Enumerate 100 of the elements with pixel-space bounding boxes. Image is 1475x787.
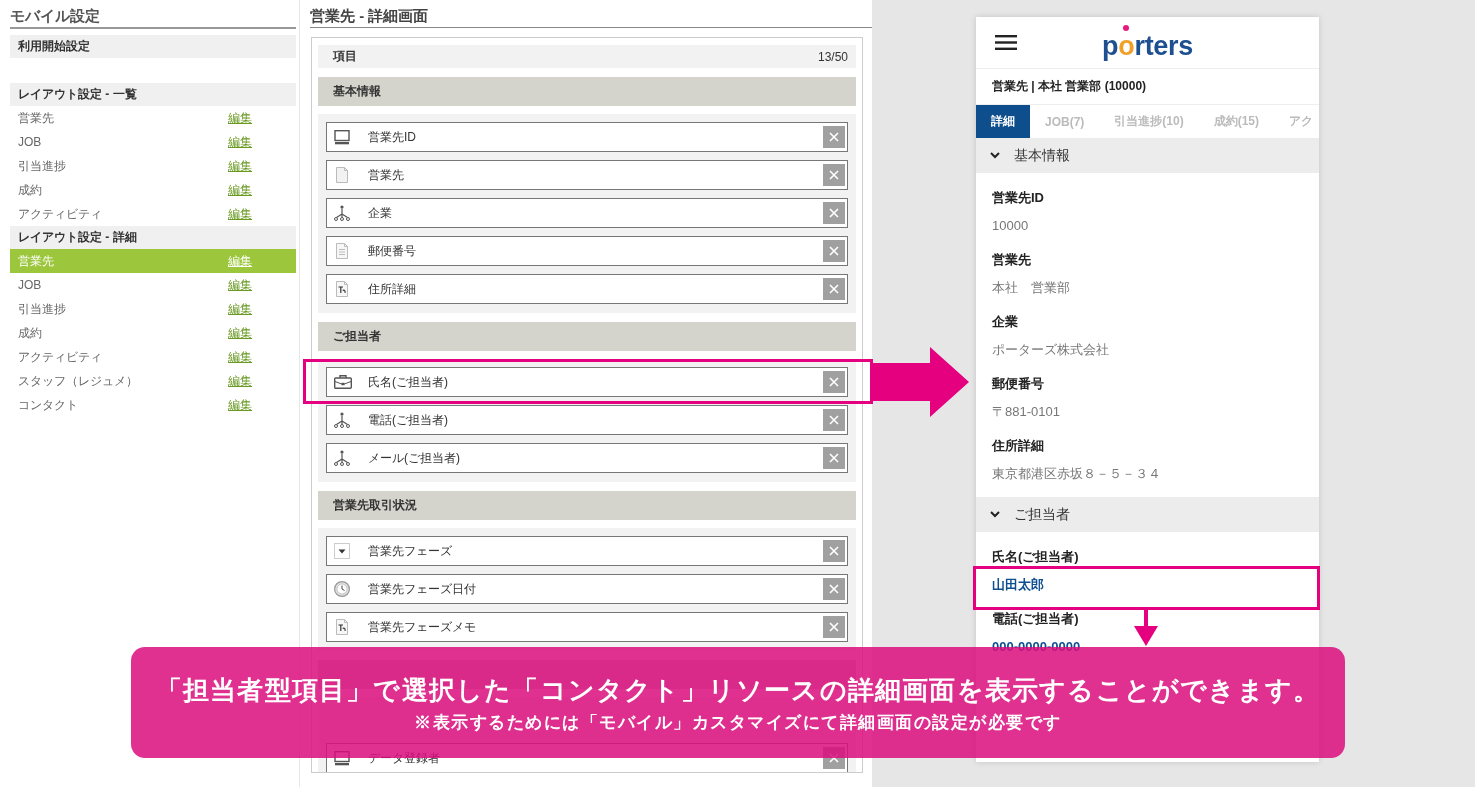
page-title: 営業先 - 詳細画面 xyxy=(310,5,872,28)
document-lines-icon xyxy=(334,243,350,259)
remove-button[interactable] xyxy=(823,447,845,469)
hierarchy-icon xyxy=(334,412,350,428)
edit-link[interactable]: 編集 xyxy=(228,109,252,127)
item-label: 成約 xyxy=(18,181,43,199)
field-label: 電話(ご担当者) xyxy=(368,411,448,429)
group-header: ご担当者 xyxy=(318,322,856,351)
item-label: アクティビティ xyxy=(18,348,103,366)
field-item[interactable]: 営業先フェーズ xyxy=(326,536,848,566)
hierarchy-icon xyxy=(334,205,350,221)
item-label: スタッフ（レジュメ） xyxy=(18,372,139,390)
field-label: 営業先フェーズメモ xyxy=(368,618,476,636)
field-item[interactable]: 電話(ご担当者) xyxy=(326,405,848,435)
field-label: 郵便番号 xyxy=(368,242,416,260)
section-header[interactable]: 基本情報 xyxy=(976,138,1319,173)
field-label: 住所詳細 xyxy=(992,437,1045,455)
sidebar-item[interactable]: 成約 編集 xyxy=(10,321,296,345)
item-label: 成約 xyxy=(18,324,43,342)
remove-button[interactable] xyxy=(823,540,845,562)
edit-link[interactable]: 編集 xyxy=(228,133,252,151)
field-item[interactable]: 営業先ID xyxy=(326,122,848,152)
field-label: 郵便番号 xyxy=(992,375,1045,393)
field-label: 営業先ID xyxy=(368,128,416,146)
field-item[interactable]: 企業 xyxy=(326,198,848,228)
close-icon xyxy=(829,377,839,387)
field-label: 電話(ご担当者) xyxy=(992,610,1080,628)
field-value: ポーターズ株式会社 xyxy=(992,341,1110,359)
field-item[interactable]: 営業先フェーズ日付 xyxy=(326,574,848,604)
text-document-icon xyxy=(334,619,350,635)
item-label: 引当進捗 xyxy=(18,300,67,318)
remove-button[interactable] xyxy=(823,164,845,186)
close-icon xyxy=(829,284,839,294)
field-item[interactable]: 氏名(ご担当者) xyxy=(326,367,848,397)
sidebar-item[interactable]: JOB 編集 xyxy=(10,273,296,297)
remove-button[interactable] xyxy=(823,616,845,638)
sidebar-section-header: 利用開始設定 xyxy=(10,35,296,58)
edit-link[interactable]: 編集 xyxy=(228,157,252,175)
remove-button[interactable] xyxy=(823,202,845,224)
item-label: JOB xyxy=(18,135,43,149)
field-value: 10000 xyxy=(992,217,1030,235)
edit-link[interactable]: 編集 xyxy=(228,396,252,414)
toast-headline: 「担当者型項目」で選択した「コンタクト」リソースの詳細画面を表示することができます。 xyxy=(155,677,1321,703)
briefcase-icon xyxy=(334,375,352,389)
sidebar-item[interactable]: JOB 編集 xyxy=(10,130,296,154)
remove-button[interactable] xyxy=(823,578,845,600)
item-label: JOB xyxy=(18,278,43,292)
field-label: 営業先フェーズ xyxy=(368,542,452,560)
sidebar-section-header: レイアウト設定 - 一覧 xyxy=(10,83,296,106)
group-header: 営業先取引状況 xyxy=(318,491,856,520)
sidebar-item[interactable]: 成約 編集 xyxy=(10,178,296,202)
remove-button[interactable] xyxy=(823,409,845,431)
menu-icon[interactable] xyxy=(995,35,1017,50)
field-label: 営業先 xyxy=(368,166,404,184)
sidebar-item[interactable]: コンタクト 編集 xyxy=(10,393,296,417)
item-label: アクティビティ xyxy=(18,205,103,223)
contact-link[interactable]: 山田太郎 xyxy=(992,576,1303,594)
sidebar-item[interactable]: 営業先 編集 xyxy=(10,106,296,130)
edit-link[interactable]: 編集 xyxy=(228,181,252,199)
remove-button[interactable] xyxy=(823,278,845,300)
sidebar-item[interactable]: 引当進捗 編集 xyxy=(10,154,296,178)
hierarchy-icon xyxy=(334,450,350,466)
sidebar-item[interactable]: アクティビティ 編集 xyxy=(10,345,296,369)
field-item[interactable]: 郵便番号 xyxy=(326,236,848,266)
sidebar-item[interactable]: アクティビティ 編集 xyxy=(10,202,296,226)
field-value: 東京都港区赤坂８－５－３４ xyxy=(992,465,1162,483)
edit-link[interactable]: 編集 xyxy=(228,205,252,223)
logo-text: porters xyxy=(1102,33,1193,60)
field-item[interactable]: 営業先 xyxy=(326,160,848,190)
item-label: コンタクト xyxy=(18,396,79,414)
field-item[interactable]: メール(ご担当者) xyxy=(326,443,848,473)
section-header[interactable]: ご担当者 xyxy=(976,497,1319,532)
remove-button[interactable] xyxy=(823,371,845,393)
field-label: 営業先ID xyxy=(992,189,1045,207)
edit-link[interactable]: 編集 xyxy=(228,300,252,318)
section-title: ご担当者 xyxy=(1014,505,1070,524)
sidebar-section-header: レイアウト設定 - 詳細 xyxy=(10,226,296,249)
remove-button[interactable] xyxy=(823,240,845,262)
sidebar-item[interactable]: 引当進捗 編集 xyxy=(10,297,296,321)
field-label: 氏名(ご担当者) xyxy=(992,548,1080,566)
close-icon xyxy=(829,546,839,556)
edit-link[interactable]: 編集 xyxy=(228,276,252,294)
edit-link[interactable]: 編集 xyxy=(228,348,252,366)
text-document-icon xyxy=(334,281,350,297)
edit-link[interactable]: 編集 xyxy=(228,324,252,342)
section-title: 基本情報 xyxy=(1014,146,1070,165)
field-label: 営業先フェーズ日付 xyxy=(368,580,476,598)
document-icon xyxy=(334,167,350,183)
tab[interactable]: 詳細 xyxy=(976,105,1030,138)
field-item[interactable]: 営業先フェーズメモ xyxy=(326,612,848,642)
field-item[interactable]: 住所詳細 xyxy=(326,274,848,304)
remove-button[interactable] xyxy=(823,126,845,148)
close-icon xyxy=(829,415,839,425)
edit-link[interactable]: 編集 xyxy=(228,372,252,390)
item-label: 引当進捗 xyxy=(18,157,67,175)
field-label: メール(ご担当者) xyxy=(368,449,460,467)
field-label: 営業先 xyxy=(992,251,1032,269)
sidebar-title: モバイル設定 xyxy=(10,5,296,29)
dot-icon xyxy=(1123,25,1129,31)
sidebar-item[interactable]: スタッフ（レジュメ） 編集 xyxy=(10,369,296,393)
